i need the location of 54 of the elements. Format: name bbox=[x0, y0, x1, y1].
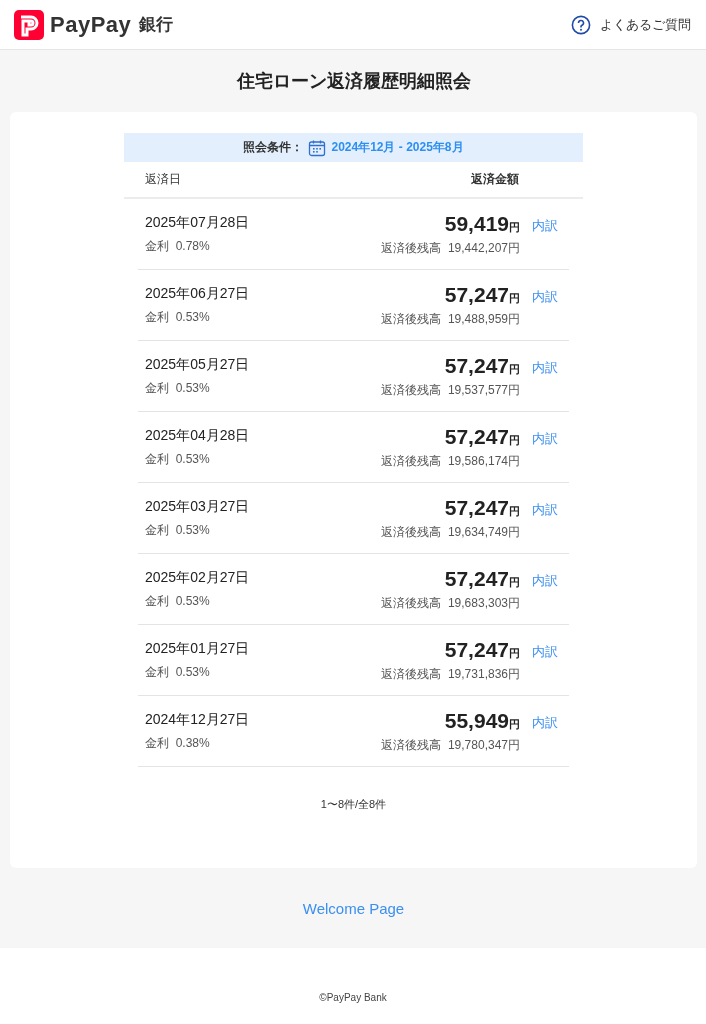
payment-date: 2024年12月27日 bbox=[145, 710, 251, 729]
payment-amount: 55,949円 bbox=[444, 708, 520, 733]
payment-amount: 57,247円 bbox=[444, 637, 520, 662]
payment-date: 2025年05月27日 bbox=[145, 355, 251, 374]
logo-text: PayPay bbox=[50, 11, 132, 38]
remaining-balance: 返済後残高 19,586,174円 bbox=[381, 452, 520, 470]
remaining-balance: 返済後残高 19,731,836円 bbox=[381, 665, 520, 683]
payment-amount: 57,247円 bbox=[444, 495, 520, 520]
remaining-balance: 返済後残高 19,537,577円 bbox=[381, 381, 520, 399]
detail-link[interactable]: 内訳 bbox=[520, 714, 569, 732]
column-header: 返済日 bbox=[145, 171, 181, 188]
detail-link[interactable]: 内訳 bbox=[520, 572, 569, 590]
detail-link[interactable]: 内訳 bbox=[520, 288, 569, 306]
detail-link[interactable]: 内訳 bbox=[520, 359, 569, 377]
interest-rate: 金利 0.53% bbox=[145, 308, 211, 326]
remaining-balance: 返済後残高 19,780,347円 bbox=[381, 736, 520, 754]
remaining-balance: 返済後残高 19,488,959円 bbox=[381, 310, 520, 328]
column-header: 返済金額 bbox=[471, 171, 519, 188]
detail-link[interactable]: 内訳 bbox=[520, 217, 569, 235]
remaining-balance: 返済後残高 19,442,207円 bbox=[381, 239, 520, 257]
remaining-balance: 返済後残高 19,683,303円 bbox=[381, 594, 520, 612]
pagination-count: 1〜8件/全8件 bbox=[320, 797, 387, 812]
interest-rate: 金利 0.53% bbox=[145, 450, 211, 468]
interest-rate: 金利 0.78% bbox=[145, 237, 211, 255]
logo-suffix: 銀行 bbox=[139, 14, 174, 36]
interest-rate: 金利 0.53% bbox=[145, 592, 211, 610]
copyright: ©PayPay Bank bbox=[318, 991, 388, 1003]
detail-link[interactable]: 内訳 bbox=[520, 501, 569, 519]
help-link[interactable]: よくあるご質問 bbox=[571, 14, 691, 35]
payment-amount: 57,247円 bbox=[444, 424, 520, 449]
help-icon bbox=[571, 14, 591, 35]
interest-rate: 金利 0.53% bbox=[145, 663, 211, 681]
payment-date: 2025年06月27日 bbox=[145, 284, 251, 303]
interest-rate: 金利 0.53% bbox=[145, 379, 211, 397]
detail-link[interactable]: 内訳 bbox=[520, 430, 569, 448]
page-title: 住宅ローン返済履歴明細照会 bbox=[235, 70, 472, 93]
calendar-icon bbox=[308, 138, 327, 157]
logo-icon bbox=[14, 9, 44, 40]
interest-rate: 金利 0.38% bbox=[145, 734, 211, 752]
interest-rate: 金利 0.53% bbox=[145, 521, 211, 539]
filter-label: 照会条件： bbox=[243, 139, 304, 156]
payment-amount: 57,247円 bbox=[444, 353, 520, 378]
payment-date: 2025年02月27日 bbox=[145, 568, 251, 587]
remaining-balance: 返済後残高 19,634,749円 bbox=[381, 523, 520, 541]
payment-date: 2025年04月28日 bbox=[145, 426, 251, 445]
payment-amount: 59,419円 bbox=[444, 211, 520, 236]
payment-amount: 57,247円 bbox=[444, 282, 520, 307]
payment-date: 2025年07月28日 bbox=[145, 213, 251, 232]
payment-date: 2025年03月27日 bbox=[145, 497, 251, 516]
detail-link[interactable]: 内訳 bbox=[520, 643, 569, 661]
date-range: 2024年12月 - 2025年8月 bbox=[331, 139, 464, 156]
payment-date: 2025年01月27日 bbox=[145, 639, 251, 658]
payment-amount: 57,247円 bbox=[444, 566, 520, 591]
welcome-link[interactable]: Welcome Page bbox=[302, 900, 405, 917]
